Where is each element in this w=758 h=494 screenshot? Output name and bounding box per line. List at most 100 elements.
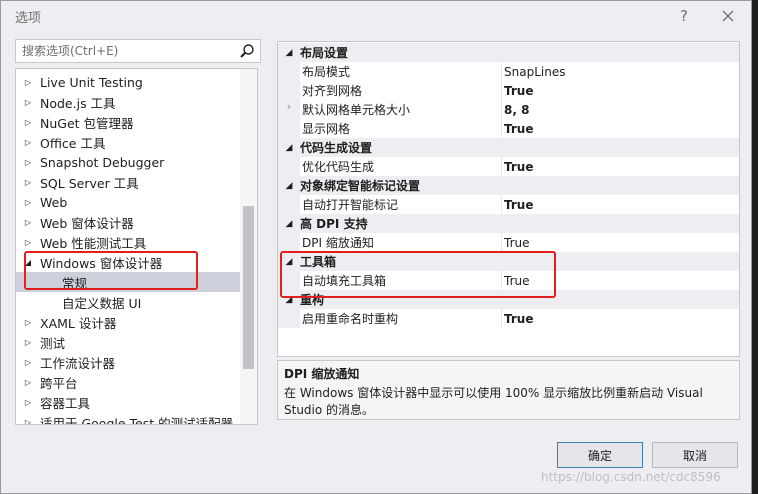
tree-item-label: 容器工具 <box>40 395 91 411</box>
scrollbar-thumb[interactable] <box>243 206 254 369</box>
tree-item-label: 工作流设计器 <box>40 355 116 371</box>
category-label: 代码生成设置 <box>300 141 373 155</box>
search-input[interactable] <box>22 44 232 58</box>
tree-item-label: 适用于 Google Test 的测试适配器 <box>40 415 234 425</box>
tree-item[interactable]: ▷ Web 性能测试工具 <box>16 232 241 252</box>
collapsed-arrow-icon[interactable]: ▷ <box>16 118 40 127</box>
dialog-title: 选项 <box>15 11 42 26</box>
property-value[interactable]: True <box>502 274 530 288</box>
property-category[interactable]: ◢ 对象绑定智能标记设置 <box>278 176 739 195</box>
property-value[interactable]: True <box>502 198 533 212</box>
tree-item[interactable]: 常规 <box>16 272 241 292</box>
property-row[interactable]: 启用重命名时重构 True <box>278 309 739 328</box>
collapsed-arrow-icon[interactable]: ▷ <box>16 98 40 107</box>
tree-item[interactable]: ▷ 测试 <box>16 332 241 352</box>
collapse-triangle-icon[interactable]: ◢ <box>278 295 300 305</box>
tree-item-label: Office 工具 <box>40 135 106 151</box>
collapsed-arrow-icon[interactable]: ▷ <box>16 378 40 387</box>
property-row[interactable]: DPI 缩放通知 True <box>278 233 739 252</box>
collapsed-arrow-icon[interactable]: ▷ <box>16 338 40 347</box>
tree-item[interactable]: ▷ 适用于 Google Test 的测试适配器 <box>16 412 241 425</box>
property-row[interactable]: 自动打开智能标记 True <box>278 195 739 214</box>
tree-scrollbar[interactable] <box>240 69 257 424</box>
cancel-button[interactable]: 取消 <box>652 442 738 468</box>
title-bar: 选项 <box>1 1 751 32</box>
row-gutter <box>278 119 300 138</box>
tree-item[interactable]: ▷ Node.js 工具 <box>16 92 241 112</box>
collapsed-arrow-icon[interactable]: ▷ <box>16 318 40 327</box>
collapse-triangle-icon[interactable]: ◢ <box>278 257 300 267</box>
property-value[interactable]: True <box>502 84 533 98</box>
property-row[interactable]: 优化代码生成 True <box>278 157 739 176</box>
property-category[interactable]: ◢ 重构 <box>278 290 739 309</box>
close-icon <box>722 10 734 22</box>
tree-item[interactable]: ▷ NuGet 包管理器 <box>16 112 241 132</box>
collapsed-arrow-icon[interactable]: ▷ <box>16 398 40 407</box>
tree-item[interactable]: ▷ SQL Server 工具 <box>16 172 241 192</box>
collapse-triangle-icon[interactable]: ◢ <box>278 48 300 58</box>
options-tree: ▷ Live Unit Testing ▷ Node.js 工具 ▷ NuGet 包管理器… <box>15 68 258 425</box>
tree-item-label: Web 窗体设计器 <box>40 215 134 231</box>
property-name: 启用重命名时重构 <box>300 309 502 328</box>
property-category[interactable]: ◢ 布局设置 <box>278 43 739 62</box>
row-gutter <box>278 157 300 176</box>
collapsed-arrow-icon[interactable]: ▷ <box>16 238 40 247</box>
tree-item-label: 跨平台 <box>40 375 78 391</box>
property-value[interactable]: True <box>502 122 533 136</box>
collapsed-arrow-icon[interactable]: ▷ <box>16 78 40 87</box>
category-label: 布局设置 <box>300 46 349 60</box>
description-text: 在 Windows 窗体设计器中显示可以使用 100% 显示缩放比例重新启动 V… <box>284 386 703 417</box>
close-button[interactable] <box>717 6 739 26</box>
tree-item[interactable]: ▷ Snapshot Debugger <box>16 152 241 172</box>
tree-item-label: XAML 设计器 <box>40 315 117 331</box>
property-value[interactable]: 8, 8 <box>502 103 529 117</box>
tree-item[interactable]: ◢ Windows 窗体设计器 <box>16 252 241 272</box>
ok-button[interactable]: 确定 <box>557 442 643 468</box>
property-name: 自动打开智能标记 <box>300 195 502 214</box>
property-value[interactable]: SnapLines <box>502 65 565 79</box>
property-category[interactable]: ◢ 高 DPI 支持 <box>278 214 739 233</box>
property-name: 对齐到网格 <box>300 81 502 100</box>
tree-item[interactable]: ▷ Live Unit Testing <box>16 72 241 92</box>
tree-item[interactable]: ▷ 工作流设计器 <box>16 352 241 372</box>
property-name: 布局模式 <box>300 62 502 81</box>
collapse-triangle-icon[interactable]: ◢ <box>278 143 300 153</box>
property-value[interactable]: True <box>502 236 530 250</box>
property-category[interactable]: ◢ 代码生成设置 <box>278 138 739 157</box>
collapsed-arrow-icon[interactable]: ▷ <box>16 418 40 425</box>
tree-item[interactable]: ▷ 跨平台 <box>16 372 241 392</box>
property-name: 自动填充工具箱 <box>300 271 502 290</box>
help-button[interactable]: ? <box>673 6 695 26</box>
tree-item[interactable]: ▷ Web <box>16 192 241 212</box>
collapsed-arrow-icon[interactable]: ▷ <box>16 198 40 207</box>
collapse-triangle-icon[interactable]: ◢ <box>278 181 300 191</box>
tree-item[interactable]: ▷ 容器工具 <box>16 392 241 412</box>
collapsed-arrow-icon[interactable]: ▷ <box>16 138 40 147</box>
tree-item-label: Windows 窗体设计器 <box>40 255 163 271</box>
property-row[interactable]: › 默认网格单元格大小 8, 8 <box>278 100 739 119</box>
expand-chevron-icon[interactable]: › <box>278 100 300 119</box>
search-icon[interactable] <box>239 43 255 62</box>
expanded-arrow-icon[interactable]: ◢ <box>16 258 40 267</box>
tree-item[interactable]: ▷ XAML 设计器 <box>16 312 241 332</box>
property-row[interactable]: 布局模式 SnapLines <box>278 62 739 81</box>
tree-item[interactable]: ▷ Web 窗体设计器 <box>16 212 241 232</box>
property-value[interactable]: True <box>502 160 533 174</box>
tree-item-label: 测试 <box>40 335 66 351</box>
collapse-triangle-icon[interactable]: ◢ <box>278 219 300 229</box>
collapsed-arrow-icon[interactable]: ▷ <box>16 358 40 367</box>
tree-item-label: 自定义数据 UI <box>62 295 142 311</box>
tree-item-label: Web 性能测试工具 <box>40 235 147 251</box>
tree-item[interactable]: ▷ Office 工具 <box>16 132 241 152</box>
collapsed-arrow-icon[interactable]: ▷ <box>16 178 40 187</box>
property-row[interactable]: 显示网格 True <box>278 119 739 138</box>
collapsed-arrow-icon[interactable]: ▷ <box>16 218 40 227</box>
property-category[interactable]: ◢ 工具箱 <box>278 252 739 271</box>
search-box[interactable] <box>15 39 261 63</box>
tree-item-label: SQL Server 工具 <box>40 175 139 191</box>
property-row[interactable]: 自动填充工具箱 True <box>278 271 739 290</box>
property-row[interactable]: 对齐到网格 True <box>278 81 739 100</box>
property-value[interactable]: True <box>502 312 533 326</box>
collapsed-arrow-icon[interactable]: ▷ <box>16 158 40 167</box>
tree-item[interactable]: 自定义数据 UI <box>16 292 241 312</box>
